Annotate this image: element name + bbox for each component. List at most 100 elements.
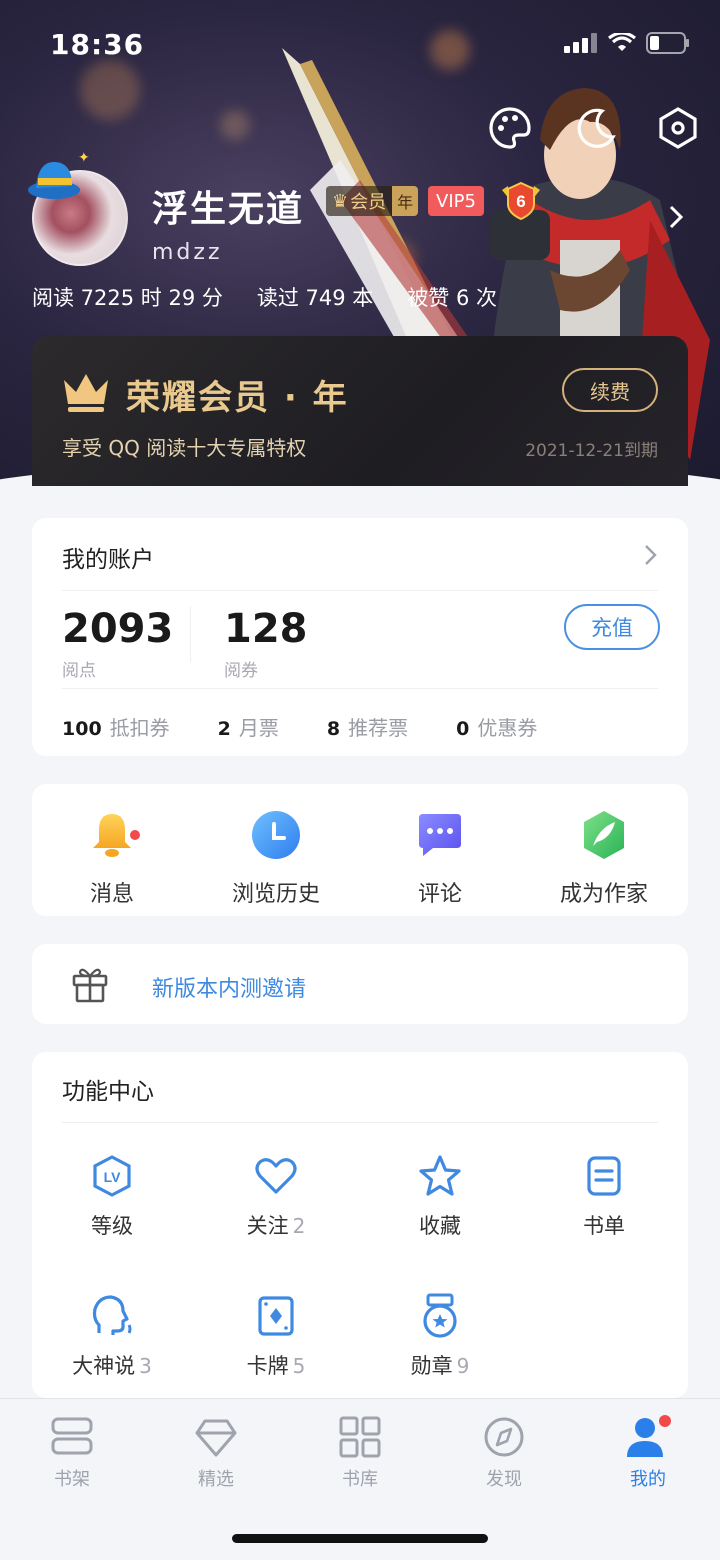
tab-label: 书架 (54, 1469, 90, 1490)
clock-icon (252, 811, 300, 859)
username: 浮生无道 (152, 189, 305, 230)
grid-icon (339, 1416, 381, 1458)
recharge-button[interactable]: 充值 (564, 604, 660, 650)
quick-actions-card: 消息 浏览历史 评论 成为作家 (32, 784, 688, 916)
member-label: 会员 (350, 192, 387, 213)
heart-icon (255, 1158, 297, 1194)
membership-card[interactable]: 荣耀会员 · 年 享受 QQ 阅读十大专属特权 2021-12-21到期 续费 (32, 336, 688, 486)
tab-label: 书库 (342, 1469, 378, 1490)
crown-small-icon: ♛ (332, 190, 349, 212)
tab-me[interactable]: 我的 (588, 1415, 708, 1491)
diamond-icon (195, 1419, 237, 1457)
signal-icon (564, 33, 597, 53)
user-handle: mdzz (152, 240, 223, 265)
night-mode-button[interactable] (572, 104, 620, 152)
ticket-monthly[interactable]: 2 月票 (218, 712, 279, 741)
ticket-discount[interactable]: 0 优惠券 (456, 712, 537, 741)
member-period: 年 (392, 186, 419, 216)
books-read: 读过 749 本 (256, 286, 374, 310)
account-card[interactable]: 我的账户 2093 阅点 128 阅券 充值 100 抵扣券 2 月票 8 推荐… (32, 518, 688, 756)
ticket-row: 100 抵扣券 2 月票 8 推荐票 0 优惠券 (62, 712, 585, 741)
status-time: 18:36 (50, 28, 145, 61)
card-icon (258, 1296, 294, 1336)
booklist-icon (587, 1156, 621, 1196)
tab-label: 我的 (630, 1469, 666, 1490)
tab-bookshelf[interactable]: 书架 (12, 1415, 132, 1491)
tab-label: 发现 (486, 1469, 522, 1490)
beta-invite-card[interactable]: 新版本内测邀请 (32, 944, 688, 1024)
points-value: 2093 (62, 606, 174, 652)
ticket-label: 优惠券 (477, 716, 538, 740)
ticket-count: 0 (456, 718, 470, 740)
status-icons (564, 32, 690, 54)
account-title: 我的账户 (62, 547, 154, 573)
func-label: 勋章 (410, 1354, 453, 1378)
svg-text:LV: LV (104, 1169, 122, 1185)
func-label: 书单 (583, 1214, 625, 1238)
func-item-cards[interactable]: 卡牌 5 (196, 1292, 356, 1380)
ticket-count: 2 (217, 718, 231, 740)
level-badge[interactable]: 6 (498, 180, 544, 222)
divider (62, 1122, 658, 1123)
func-label: 大神说 (72, 1354, 136, 1378)
chevron-right-icon[interactable] (668, 204, 684, 230)
level-icon: LV (93, 1155, 131, 1197)
likes-count: 被赞 6 次 (407, 286, 498, 310)
theme-button[interactable] (486, 104, 534, 152)
level-value: 6 (516, 192, 525, 211)
func-label: 关注 (246, 1214, 289, 1238)
quick-item-history[interactable]: 浏览历史 (196, 808, 356, 908)
feather-icon (584, 811, 624, 859)
func-label: 等级 (91, 1214, 133, 1238)
moon-icon (577, 108, 616, 148)
status-bar: 18:36 (0, 0, 720, 90)
star-icon (419, 1155, 461, 1196)
medal-icon (423, 1293, 457, 1338)
quick-label: 成为作家 (559, 882, 648, 907)
ticket-recommend[interactable]: 8 推荐票 (327, 712, 408, 741)
quick-item-become-author[interactable]: 成为作家 (524, 808, 684, 908)
settings-icon (659, 107, 697, 149)
beta-invite-text: 新版本内测邀请 (152, 977, 307, 1002)
quick-label: 评论 (417, 882, 462, 907)
function-center-title: 功能中心 (62, 1079, 154, 1105)
settings-button[interactable] (654, 104, 702, 152)
ticket-count: 100 (62, 718, 102, 740)
ticket-label: 月票 (238, 716, 279, 740)
func-item-medals[interactable]: 勋章 9 (360, 1292, 520, 1380)
wifi-icon (608, 33, 636, 51)
divider (62, 688, 658, 689)
func-item-master-talk[interactable]: 大神说 3 (32, 1292, 192, 1380)
quick-item-messages[interactable]: 消息 (32, 808, 192, 908)
quick-item-comments[interactable]: 评论 (360, 808, 520, 908)
ticket-label: 抵扣券 (109, 716, 170, 740)
palette-icon (489, 107, 531, 149)
avatar[interactable]: ✦ (28, 150, 132, 270)
func-item-level[interactable]: LV 等级 (32, 1152, 192, 1240)
tab-discover[interactable]: 发现 (444, 1415, 564, 1491)
member-badge[interactable]: ♛ 会员 年 (326, 186, 419, 216)
gift-icon (72, 968, 108, 1003)
tab-featured[interactable]: 精选 (156, 1415, 276, 1491)
func-item-favorites[interactable]: 收藏 (360, 1152, 520, 1240)
ticket-count: 8 (326, 718, 341, 740)
battery-icon (646, 32, 689, 54)
svg-text:✦: ✦ (78, 150, 90, 166)
renew-button[interactable]: 续费 (562, 368, 658, 412)
coupons-value: 128 (224, 606, 308, 652)
reading-time: 阅读 7225 时 29 分 (32, 286, 223, 310)
reading-stats: 阅读 7225 时 29 分 读过 749 本 被赞 6 次 (32, 282, 497, 312)
vip-badge[interactable]: VIP5 (428, 186, 484, 216)
points-label: 阅点 (62, 661, 96, 681)
home-indicator[interactable] (232, 1534, 488, 1543)
coupons-label: 阅券 (224, 661, 258, 681)
chevron-right-icon[interactable] (644, 544, 658, 566)
tab-library[interactable]: 书库 (300, 1415, 420, 1491)
compass-icon (484, 1417, 524, 1457)
func-item-follow[interactable]: 关注 2 (196, 1152, 356, 1240)
func-label: 卡牌 (246, 1354, 289, 1378)
ticket-deduction[interactable]: 100 抵扣券 (62, 712, 170, 741)
func-item-booklist[interactable]: 书单 (524, 1152, 684, 1240)
profile-icon (627, 1415, 671, 1457)
func-label: 收藏 (419, 1214, 461, 1238)
